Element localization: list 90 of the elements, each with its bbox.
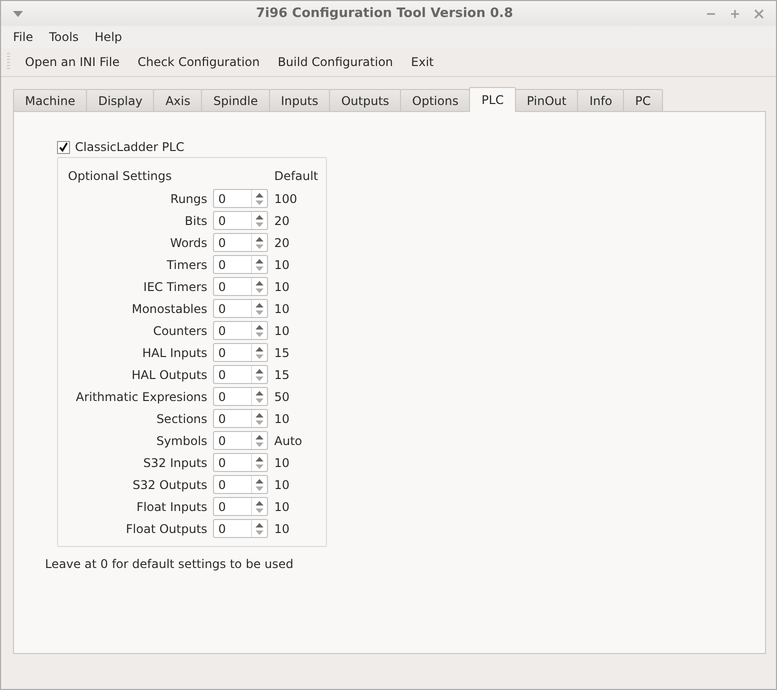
tab[interactable]: Spindle: [201, 89, 270, 111]
default-value: 20: [274, 214, 291, 228]
default-value: 10: [274, 500, 291, 514]
column-heading: Default: [274, 169, 320, 183]
toolbar-button[interactable]: Exit: [402, 52, 443, 72]
spin-arrows-icon[interactable]: [255, 214, 264, 228]
default-value: 100: [274, 192, 298, 206]
setting-label: HAL Inputs: [141, 346, 208, 360]
default-value: 15: [274, 346, 291, 360]
default-value: 10: [274, 456, 291, 470]
setting-label: Symbols: [155, 434, 208, 448]
spin-arrows-icon[interactable]: [255, 478, 264, 492]
default-value: 15: [274, 368, 291, 382]
spin-arrows-icon[interactable]: [255, 302, 264, 316]
spin-box[interactable]: 0: [213, 321, 268, 340]
toolbar-button[interactable]: Check Configuration: [128, 52, 269, 72]
tab[interactable]: Machine: [13, 89, 88, 111]
setting-label: Float Inputs: [136, 500, 208, 514]
spin-arrows-icon[interactable]: [255, 500, 264, 514]
spin-box[interactable]: 0: [213, 387, 268, 406]
setting-label: S32 Inputs: [142, 456, 208, 470]
spin-arrows-icon[interactable]: [255, 346, 264, 360]
toolbar-grip-icon: [7, 53, 10, 71]
window-title: 7i96 Configuration Tool Version 0.8: [254, 6, 514, 21]
tab[interactable]: Display: [86, 89, 154, 111]
tab[interactable]: PLC: [469, 87, 516, 112]
spin-arrows-icon[interactable]: [255, 368, 264, 382]
spin-arrows-icon[interactable]: [255, 280, 264, 294]
spin-box[interactable]: 0: [213, 475, 268, 494]
spin-box[interactable]: 0: [213, 189, 268, 208]
spin-arrows-icon[interactable]: [255, 258, 264, 272]
default-value: 10: [274, 522, 291, 536]
default-value: Auto: [274, 434, 304, 448]
spin-arrows-icon[interactable]: [255, 324, 264, 338]
menu-item[interactable]: File: [5, 30, 42, 44]
spin-box[interactable]: 0: [213, 497, 268, 516]
setting-label: Float Outputs: [124, 522, 208, 536]
group-heading: Optional Settings: [68, 168, 173, 185]
spin-box[interactable]: 0: [213, 233, 268, 252]
hint-text: Leave at 0 for default settings to be used: [45, 557, 294, 571]
tab[interactable]: Outputs: [329, 89, 402, 111]
spin-arrows-icon[interactable]: [255, 236, 264, 250]
spin-arrows-icon[interactable]: [255, 412, 264, 426]
setting-label: HAL Outputs: [130, 368, 208, 382]
spin-arrows-icon[interactable]: [255, 390, 264, 404]
setting-label: Monostables: [130, 302, 208, 316]
tab[interactable]: Options: [400, 89, 470, 111]
spin-box[interactable]: 0: [213, 299, 268, 318]
default-value: 10: [274, 258, 291, 272]
setting-label: Words: [169, 236, 208, 250]
setting-label: Sections: [155, 412, 208, 426]
tab[interactable]: PinOut: [514, 89, 578, 111]
tab[interactable]: Info: [577, 89, 624, 111]
spin-box[interactable]: 0: [213, 431, 268, 450]
menu-item[interactable]: Tools: [41, 30, 87, 44]
default-value: 20: [274, 236, 291, 250]
setting-label: S32 Outputs: [132, 478, 208, 492]
setting-label: Counters: [152, 324, 208, 338]
setting-label: Bits: [184, 214, 208, 228]
spin-box[interactable]: 0: [213, 409, 268, 428]
setting-label: Arithmatic Expresions: [74, 390, 208, 404]
default-value: 10: [274, 412, 291, 426]
default-value: 10: [274, 302, 291, 316]
window-menu-icon[interactable]: [13, 10, 23, 16]
default-value: 10: [274, 280, 291, 294]
checkbox[interactable]: [57, 140, 70, 154]
default-value: 10: [274, 478, 291, 492]
default-value: 50: [274, 390, 291, 404]
tab[interactable]: PC: [623, 89, 663, 111]
tab[interactable]: Inputs: [268, 89, 330, 111]
setting-label: Rungs: [169, 192, 208, 206]
toolbar-button[interactable]: Open an INI File: [16, 52, 129, 72]
spin-arrows-icon[interactable]: [255, 192, 264, 206]
menu-item[interactable]: Help: [86, 30, 130, 44]
spin-box[interactable]: 0: [213, 277, 268, 296]
spin-box[interactable]: 0: [213, 519, 268, 538]
spin-arrows-icon[interactable]: [255, 434, 264, 448]
spin-box[interactable]: 0: [213, 211, 268, 230]
spin-box[interactable]: 0: [213, 365, 268, 384]
toolbar-button[interactable]: Build Configuration: [268, 52, 402, 72]
spin-box[interactable]: 0: [213, 453, 268, 472]
default-value: 10: [274, 324, 291, 338]
setting-label: IEC Timers: [142, 280, 208, 294]
setting-label: Timers: [166, 258, 208, 272]
spin-arrows-icon[interactable]: [255, 522, 264, 536]
spin-box[interactable]: 0: [213, 255, 268, 274]
spin-arrows-icon[interactable]: [255, 456, 264, 470]
checkbox-label: ClassicLadder PLC: [75, 140, 184, 154]
spin-box[interactable]: 0: [213, 343, 268, 362]
tab[interactable]: Axis: [153, 89, 202, 111]
